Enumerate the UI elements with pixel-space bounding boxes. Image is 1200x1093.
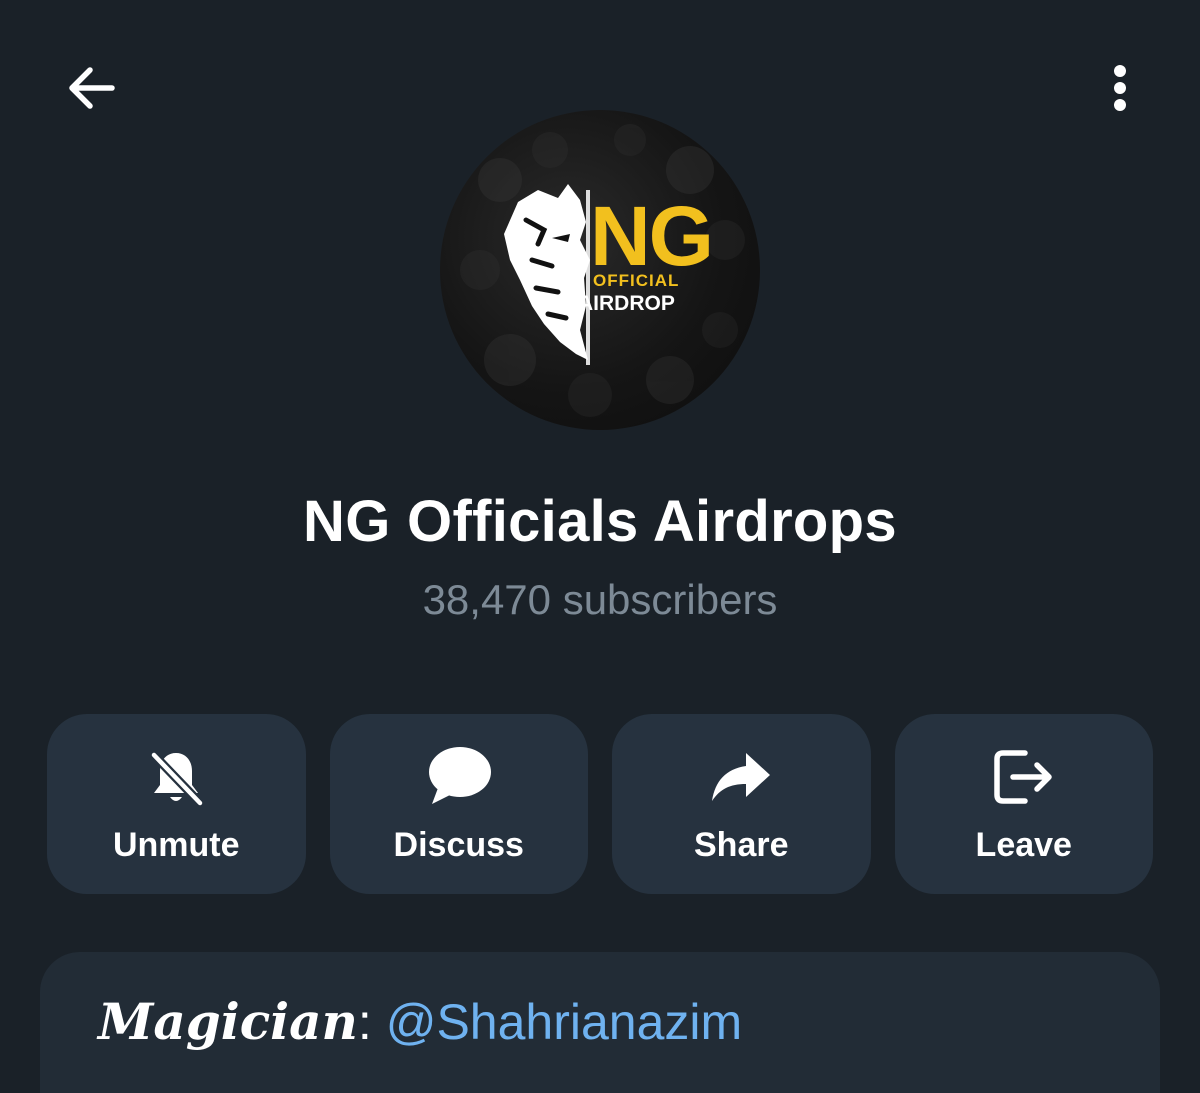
description-key: Magician: [98, 992, 358, 1051]
svg-text:AIRDROP: AIRDROP: [578, 292, 675, 315]
unmute-label: Unmute: [112, 826, 240, 864]
channel-avatar[interactable]: NG OFFICIAL AIRDROP: [440, 110, 760, 430]
bell-off-icon: [149, 750, 205, 808]
share-arrow-icon: [712, 753, 771, 801]
leave-button[interactable]: Leave: [894, 714, 1153, 894]
more-vertical-icon: [1114, 65, 1126, 111]
svg-text:OFFICIAL: OFFICIAL: [593, 271, 679, 290]
chat-bubble-icon: [428, 747, 491, 804]
leave-label: Leave: [975, 826, 1072, 864]
channel-title: NG Officials Airdrops: [303, 489, 897, 554]
share-button[interactable]: Share: [612, 714, 871, 894]
leave-icon: [994, 750, 1052, 804]
back-button[interactable]: [52, 48, 132, 128]
subscriber-count: 38,470 subscribers: [422, 576, 778, 623]
username-link[interactable]: @Shahrianazim: [386, 994, 742, 1050]
channel-profile-screen: NG OFFICIAL AIRDROP NG Officials Airdrop…: [0, 0, 1200, 1093]
svg-text:NG: NG: [590, 189, 712, 283]
unmute-button[interactable]: Unmute: [47, 714, 306, 894]
action-bar: Unmute Discuss Share Leave: [47, 714, 1153, 894]
description-line: Magician: @Shahrianazim: [98, 992, 742, 1051]
channel-description-card: Magician: @Shahrianazim: [40, 952, 1160, 1093]
discuss-button[interactable]: Discuss: [329, 714, 588, 894]
more-menu-button[interactable]: [1090, 48, 1150, 128]
channel-logo: NG OFFICIAL AIRDROP: [460, 124, 745, 417]
share-label: Share: [694, 826, 789, 864]
arrow-left-icon: [69, 67, 115, 109]
discuss-label: Discuss: [393, 826, 524, 864]
description-colon: :: [357, 994, 372, 1050]
